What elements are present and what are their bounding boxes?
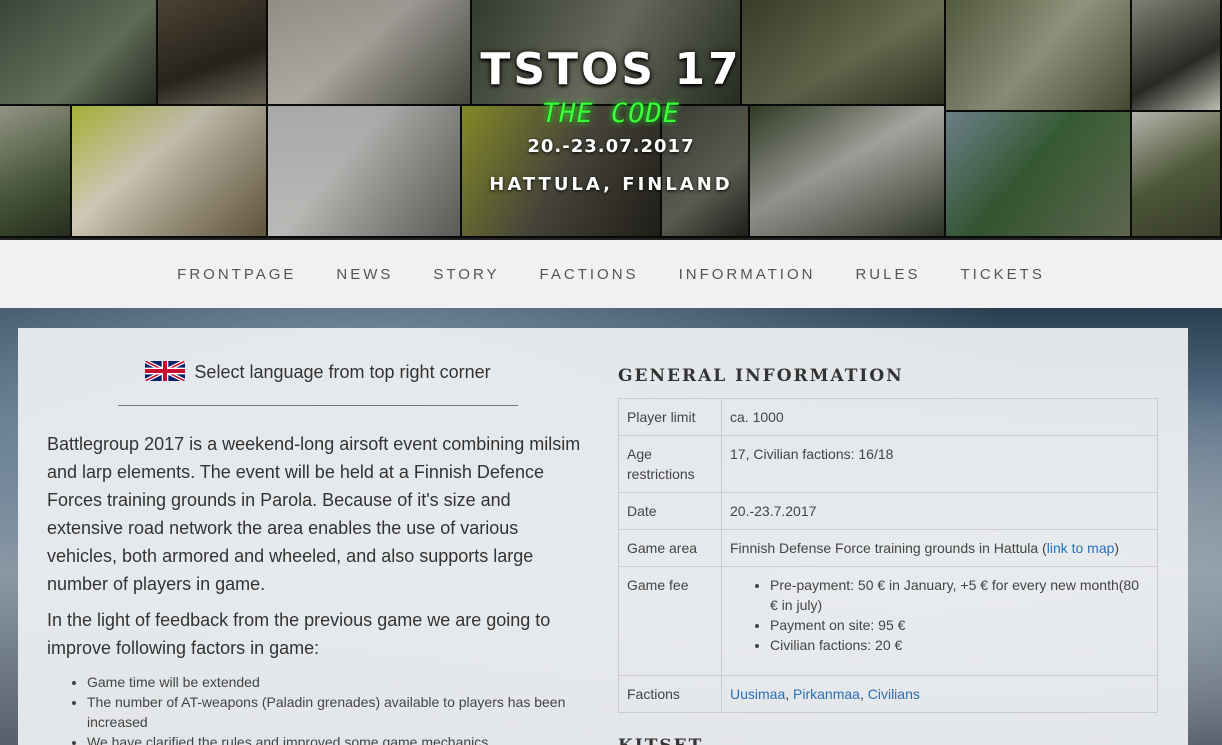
list-item: Civilian factions: 20 € [770,635,1149,655]
table-value: Finnish Defense Force training grounds i… [721,529,1158,567]
nav-story[interactable]: STORY [413,266,519,283]
language-text: Select language from top right corner [194,362,491,382]
faction-link-uusimaa[interactable]: Uusimaa [730,686,785,702]
kitset-heading: KITSET [618,736,703,745]
event-date: 20.-23.07.2017 [527,136,695,157]
general-info-heading: GENERAL INFORMATION [618,366,904,386]
nav-tickets[interactable]: TICKETS [940,266,1064,283]
list-item: Pre-payment: 50 € in January, +5 € for e… [770,575,1149,615]
separator: , [859,686,868,702]
table-label: Date [618,492,722,530]
map-link[interactable]: link to map [1047,540,1115,556]
uk-flag-icon[interactable] [145,361,186,381]
intro-paragraph: Battlegroup 2017 is a weekend-long airso… [47,434,581,594]
list-item: We have clarified the rules and improved… [87,732,587,745]
list-item: Payment on site: 95 € [770,615,1149,635]
table-value: ca. 1000 [721,398,1158,436]
event-title: TSTOS 17 [480,44,742,95]
separator: , [785,686,794,702]
general-info-table: Player limit ca. 1000 Age restrictions 1… [618,398,1158,713]
table-label: Age restrictions [618,435,722,493]
table-label: Game area [618,529,722,567]
improvements-list: Game time will be extended The number of… [87,672,587,745]
list-item: The number of AT-weapons (Paladin grenad… [87,692,587,732]
hero-banner: TSTOS 17 THE CODE 20.-23.07.2017 HATTULA… [0,0,1222,238]
feedback-paragraph: In the light of feedback from the previo… [47,610,551,658]
main-nav: FRONTPAGE NEWS STORY FACTIONS INFORMATIO… [0,238,1222,308]
area-text: Finnish Defense Force training grounds i… [730,540,1047,556]
list-item: Game time will be extended [87,672,587,692]
event-location: HATTULA, FINLAND [489,174,733,195]
table-label: Factions [618,675,722,713]
fee-list: Pre-payment: 50 € in January, +5 € for e… [730,575,1149,655]
table-value: 20.-23.7.2017 [721,492,1158,530]
table-row: Game area Finnish Defense Force training… [618,529,1158,567]
table-row: Factions Uusimaa, Pirkanmaa, Civilians [618,675,1158,713]
table-row: Date 20.-23.7.2017 [618,492,1158,530]
table-value: 17, Civilian factions: 16/18 [721,435,1158,493]
table-row: Age restrictions 17, Civilian factions: … [618,435,1158,493]
table-label: Player limit [618,398,722,436]
content-panel: Select language from top right corner Ba… [18,328,1188,745]
table-row: Game fee Pre-payment: 50 € in January, +… [618,566,1158,676]
table-row: Player limit ca. 1000 [618,398,1158,436]
nav-news[interactable]: NEWS [316,266,413,283]
event-subtitle: THE CODE [541,98,681,129]
faction-link-pirkanmaa[interactable]: Pirkanmaa [793,686,860,702]
nav-rules[interactable]: RULES [835,266,940,283]
language-notice: Select language from top right corner [47,361,589,383]
faction-link-civilians[interactable]: Civilians [868,686,920,702]
nav-information[interactable]: INFORMATION [659,266,836,283]
nav-frontpage[interactable]: FRONTPAGE [157,266,316,283]
divider [118,405,518,406]
area-close: ) [1114,540,1120,556]
nav-factions[interactable]: FACTIONS [520,266,659,283]
table-label: Game fee [618,566,722,676]
table-value: Pre-payment: 50 € in January, +5 € for e… [721,566,1158,676]
table-value: Uusimaa, Pirkanmaa, Civilians [721,675,1158,713]
